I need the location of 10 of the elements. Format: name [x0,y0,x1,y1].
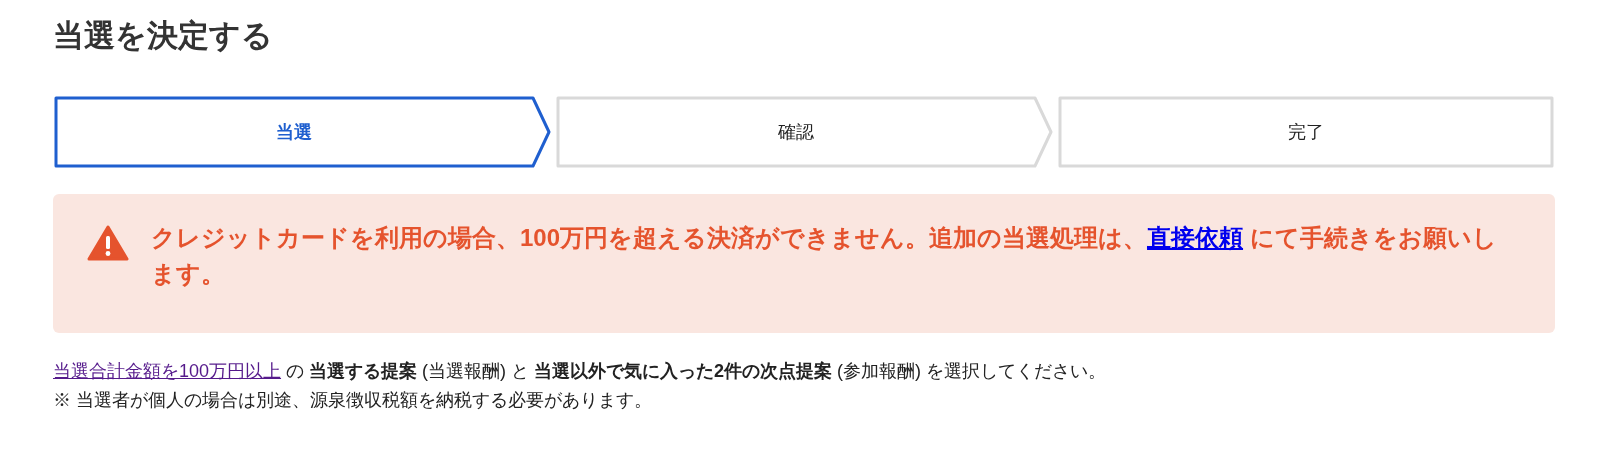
progress-step: 確認 [555,96,1053,168]
warning-icon [87,225,129,261]
amount-link[interactable]: 当選合計金額を100万円以上 [53,361,282,381]
instruction-text: 当選合計金額を100万円以上 の 当選する提案 (当選報酬) と 当選以外で気に入った2件の次点提案 (参加報酬) を選択してください。 [53,360,1108,383]
note-text: ※ 当選者が個人の場合は別途、源泉徴収税額を納税する必要があります。 [53,389,653,412]
request-link[interactable]: 直接依頼 [1147,224,1244,251]
alert-message: クレジットカードを利用の場合、100万円を超える決済ができません。追加の当選処理は、直接依頼 にて手続きをお願いします。 [151,223,1498,289]
page-title: 当選を決定する [53,17,273,55]
progress-step: 当選 [53,96,551,168]
progress-step: 完了 [1057,96,1555,168]
